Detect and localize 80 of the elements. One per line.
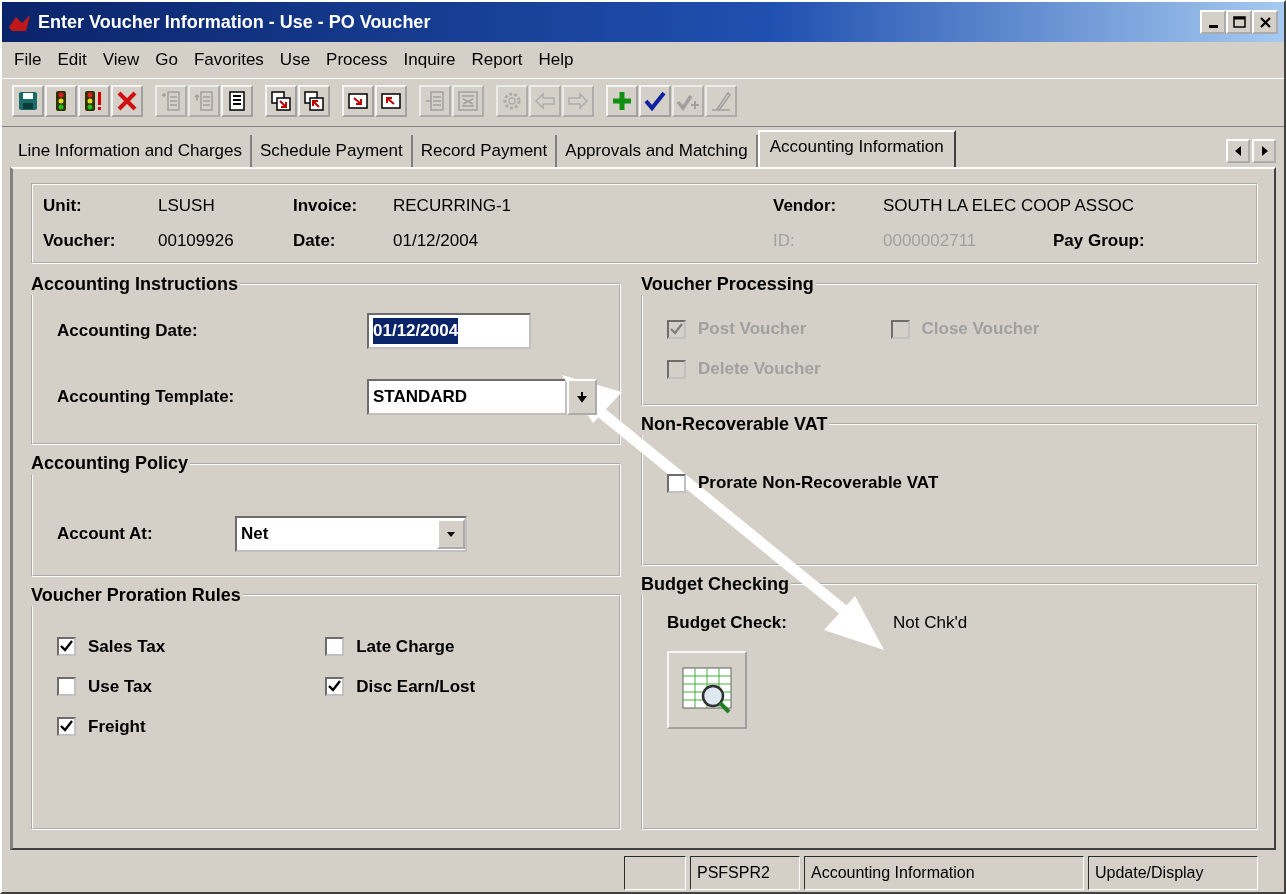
field-label: Account At: <box>57 522 154 545</box>
scroll-right-button[interactable] <box>1252 138 1276 163</box>
insert-row-icon <box>159 88 183 113</box>
tab[interactable]: Accounting Information <box>757 130 956 167</box>
field-value: 01/12/2004 <box>393 230 480 252</box>
save-button[interactable] <box>12 84 44 117</box>
field-value: RECURRING-1 <box>393 194 513 217</box>
field-label: Voucher: <box>43 230 117 252</box>
field-label: Invoice: <box>293 194 359 217</box>
group-title: Accounting Instructions <box>31 273 239 296</box>
menu-item[interactable]: Use <box>273 46 317 74</box>
delete-button[interactable] <box>111 84 143 117</box>
minimize-icon <box>1208 25 1218 28</box>
insert-row-icon <box>192 88 216 113</box>
maximize-button[interactable] <box>1226 10 1252 34</box>
scroll-left-button[interactable] <box>1226 138 1250 163</box>
checkbox[interactable] <box>57 676 76 696</box>
group-title: Voucher Processing <box>641 273 815 296</box>
menu-item[interactable]: Favorites <box>187 46 270 74</box>
windows-button[interactable] <box>265 84 297 117</box>
checkbox-label[interactable]: Use Tax <box>88 673 152 700</box>
traffic-light-button[interactable] <box>45 84 77 117</box>
windows-button[interactable] <box>298 84 330 117</box>
checkbox[interactable] <box>57 716 76 736</box>
menu-item[interactable]: Help <box>532 46 580 74</box>
arrow-up-left-button[interactable] <box>375 84 407 117</box>
down-arrow-icon <box>576 390 588 405</box>
checkbox[interactable] <box>325 636 345 656</box>
dropdown[interactable]: Net <box>235 515 467 552</box>
field-label: Vendor: <box>773 194 838 217</box>
field-value: Not Chk'd <box>893 612 968 635</box>
checkbox-label[interactable]: Freight <box>88 713 146 740</box>
group-title: Non-Recoverable VAT <box>641 413 829 436</box>
status-panel <box>624 856 686 890</box>
traffic-light-alert-button[interactable] <box>78 84 110 117</box>
menu-item[interactable]: File <box>8 46 48 74</box>
menu-item[interactable]: Edit <box>51 46 93 74</box>
windows-icon <box>302 88 326 113</box>
group-title: Accounting Policy <box>31 453 190 475</box>
group-title: Voucher Proration Rules <box>31 584 242 607</box>
field-value: 00109926 <box>158 230 235 252</box>
field-label: Accounting Date: <box>57 320 199 343</box>
field-label: Unit: <box>43 194 83 217</box>
lookup-button[interactable] <box>567 379 597 416</box>
close-icon <box>1259 16 1271 28</box>
checkbox-label[interactable]: Sales Tax <box>88 633 166 660</box>
menu-item[interactable]: View <box>96 46 146 74</box>
plus-button[interactable] <box>606 84 638 117</box>
menu-item[interactable]: Inquire <box>397 46 462 74</box>
grid-icon <box>456 88 480 113</box>
checkbox-label[interactable]: Prorate Non-Recoverable VAT <box>698 470 939 496</box>
status-text: PSFSPR2 <box>690 856 800 890</box>
field-label: Budget Check: <box>667 612 788 635</box>
field-label: Pay Group: <box>1053 230 1146 252</box>
menu-item[interactable]: Report <box>465 46 529 74</box>
maximize-icon <box>1232 16 1246 28</box>
field-label: Accounting Template: <box>57 386 236 409</box>
menu-item[interactable]: Process <box>320 46 394 74</box>
date-field[interactable]: 01/12/2004 <box>367 313 531 350</box>
list-button[interactable] <box>221 84 253 117</box>
field-value: LSUSH <box>158 194 216 217</box>
field-label: Date: <box>293 230 337 252</box>
checkbox[interactable] <box>57 636 76 656</box>
lines-icon <box>423 88 447 113</box>
arrow-down-right-button[interactable] <box>342 84 374 117</box>
checkbox-label[interactable]: Disc Earn/Lost <box>356 673 476 700</box>
menu-item[interactable]: Go <box>149 46 184 74</box>
group-title: Budget Checking <box>641 573 790 596</box>
field-value: SOUTH LA ELEC COOP ASSOC <box>883 194 1135 217</box>
checkbox[interactable] <box>667 473 686 493</box>
windows-icon <box>269 88 293 113</box>
close-button[interactable] <box>1252 10 1278 34</box>
status-text: Accounting Information <box>804 856 1084 890</box>
budget-inquiry-button[interactable] <box>667 651 747 730</box>
checkbox-label[interactable]: Late Charge <box>356 633 455 660</box>
checkbox[interactable] <box>325 676 345 696</box>
window-title: Enter Voucher Information - Use - PO Voucher <box>38 10 432 34</box>
checkmark-button[interactable] <box>639 84 671 117</box>
status-text: Update/Display <box>1088 856 1258 890</box>
minimize-button[interactable] <box>1200 10 1226 34</box>
